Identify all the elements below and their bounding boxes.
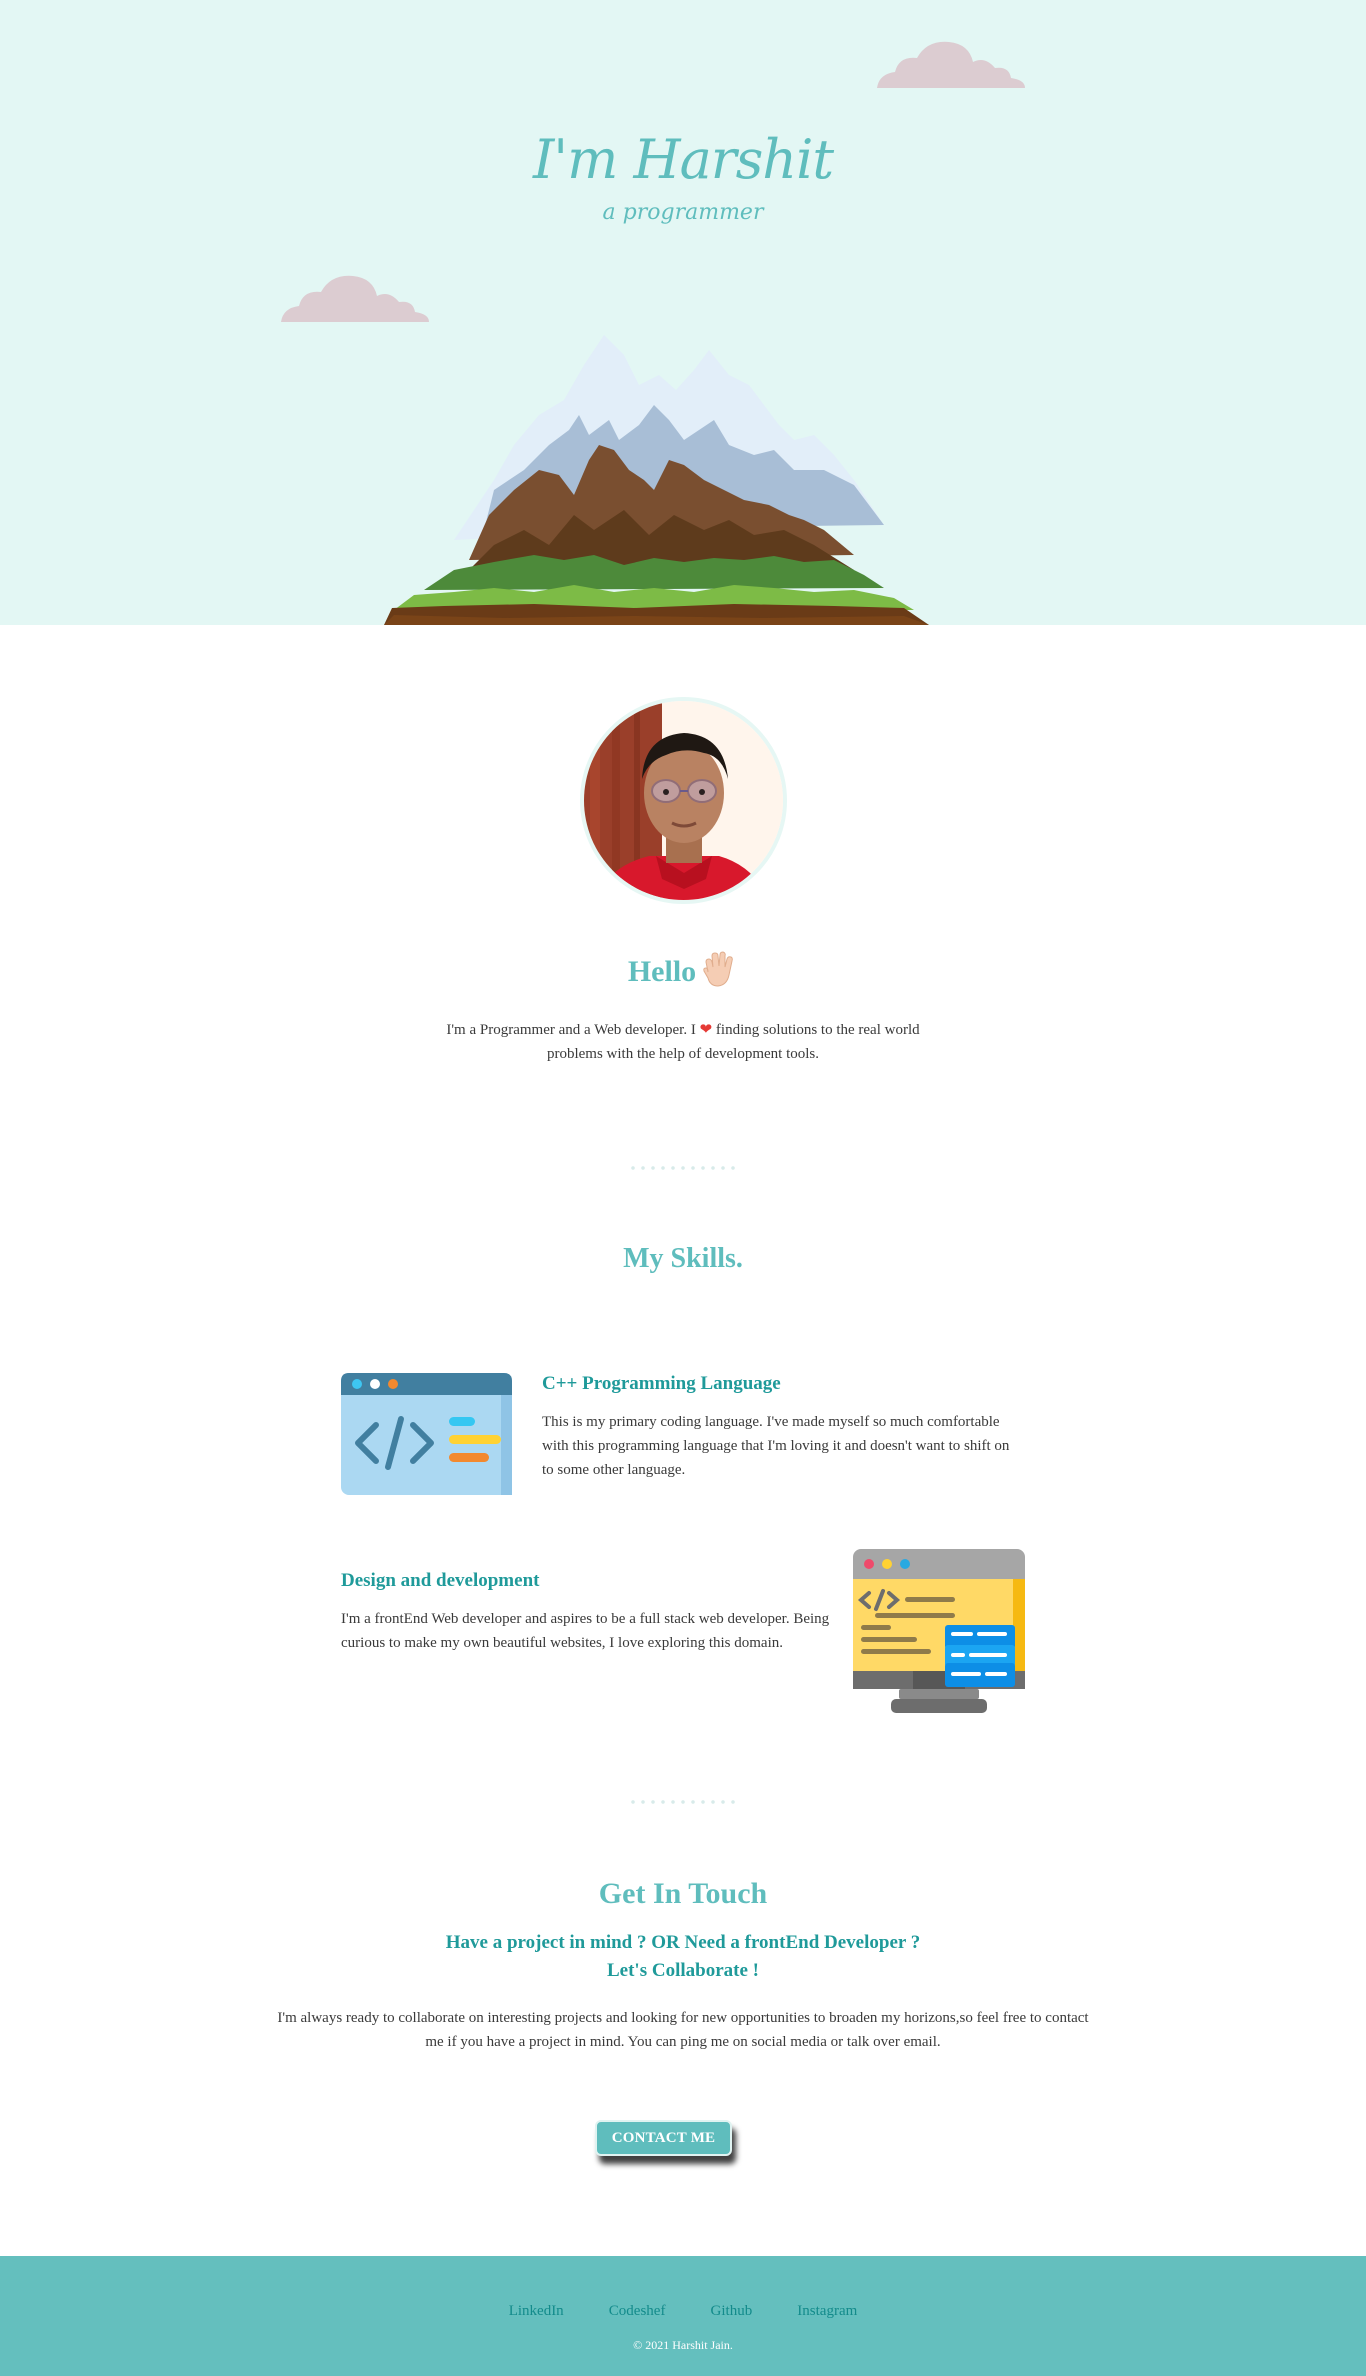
footer-links: LinkedIn Codeshef Github Instagram (0, 2300, 1366, 2320)
hero-subtitle: a programmer (602, 200, 764, 225)
contact-subtitle-line2: Let's Collaborate ! (607, 1960, 759, 1981)
footer-link-instagram[interactable]: Instagram (797, 2303, 857, 2320)
skill-title-design: Design and development (341, 1570, 540, 1591)
contact-me-button[interactable]: CONTACT ME (595, 2120, 732, 2156)
code-window-icon (341, 1373, 512, 1495)
waving-hand-icon (698, 950, 738, 998)
contact-subtitle-line1: Have a project in mind ? OR Need a front… (445, 1932, 921, 1953)
mountain-illustration (384, 335, 929, 625)
heart-icon: ❤ (699, 1022, 713, 1038)
skill-title-cpp: C++ Programming Language (542, 1373, 781, 1394)
intro-text-start: I'm a Programmer and a Web developer. I (446, 1022, 696, 1038)
footer-link-github[interactable]: Github (711, 2303, 753, 2320)
skill-description-cpp: This is my primary coding language. I've… (542, 1414, 1010, 1478)
intro-paragraph: I'm a Programmer and a Web developer. I … (433, 1018, 933, 1066)
section-divider (628, 1166, 738, 1170)
cloud-icon (281, 275, 429, 322)
copyright-text: © 2021 Harshit Jain. (633, 2338, 733, 2352)
footer-link-linkedin[interactable]: LinkedIn (509, 2303, 564, 2320)
cloud-icon (877, 41, 1025, 88)
profile-photo (580, 697, 787, 904)
contact-subtitle: Have a project in mind ? OR Need a front… (0, 1929, 1366, 1985)
footer-link-codeshef[interactable]: Codeshef (609, 2303, 666, 2320)
greeting-text: Hello (627, 954, 697, 988)
contact-description: I'm always ready to collaborate on inter… (277, 2010, 1089, 2050)
footer: LinkedIn Codeshef Github Instagram © 202… (0, 2256, 1366, 2376)
contact-heading: Get In Touch (598, 1877, 768, 1910)
skill-description-design: I'm a frontEnd Web developer and aspires… (341, 1611, 830, 1651)
hero-title: I'm Harshit (532, 128, 834, 191)
section-divider (628, 1800, 738, 1804)
monitor-code-icon (853, 1549, 1025, 1713)
greeting-heading: Hello (0, 950, 1366, 998)
hero-section: I'm Harshit a programmer (0, 0, 1366, 625)
skills-heading: My Skills. (623, 1243, 743, 1274)
